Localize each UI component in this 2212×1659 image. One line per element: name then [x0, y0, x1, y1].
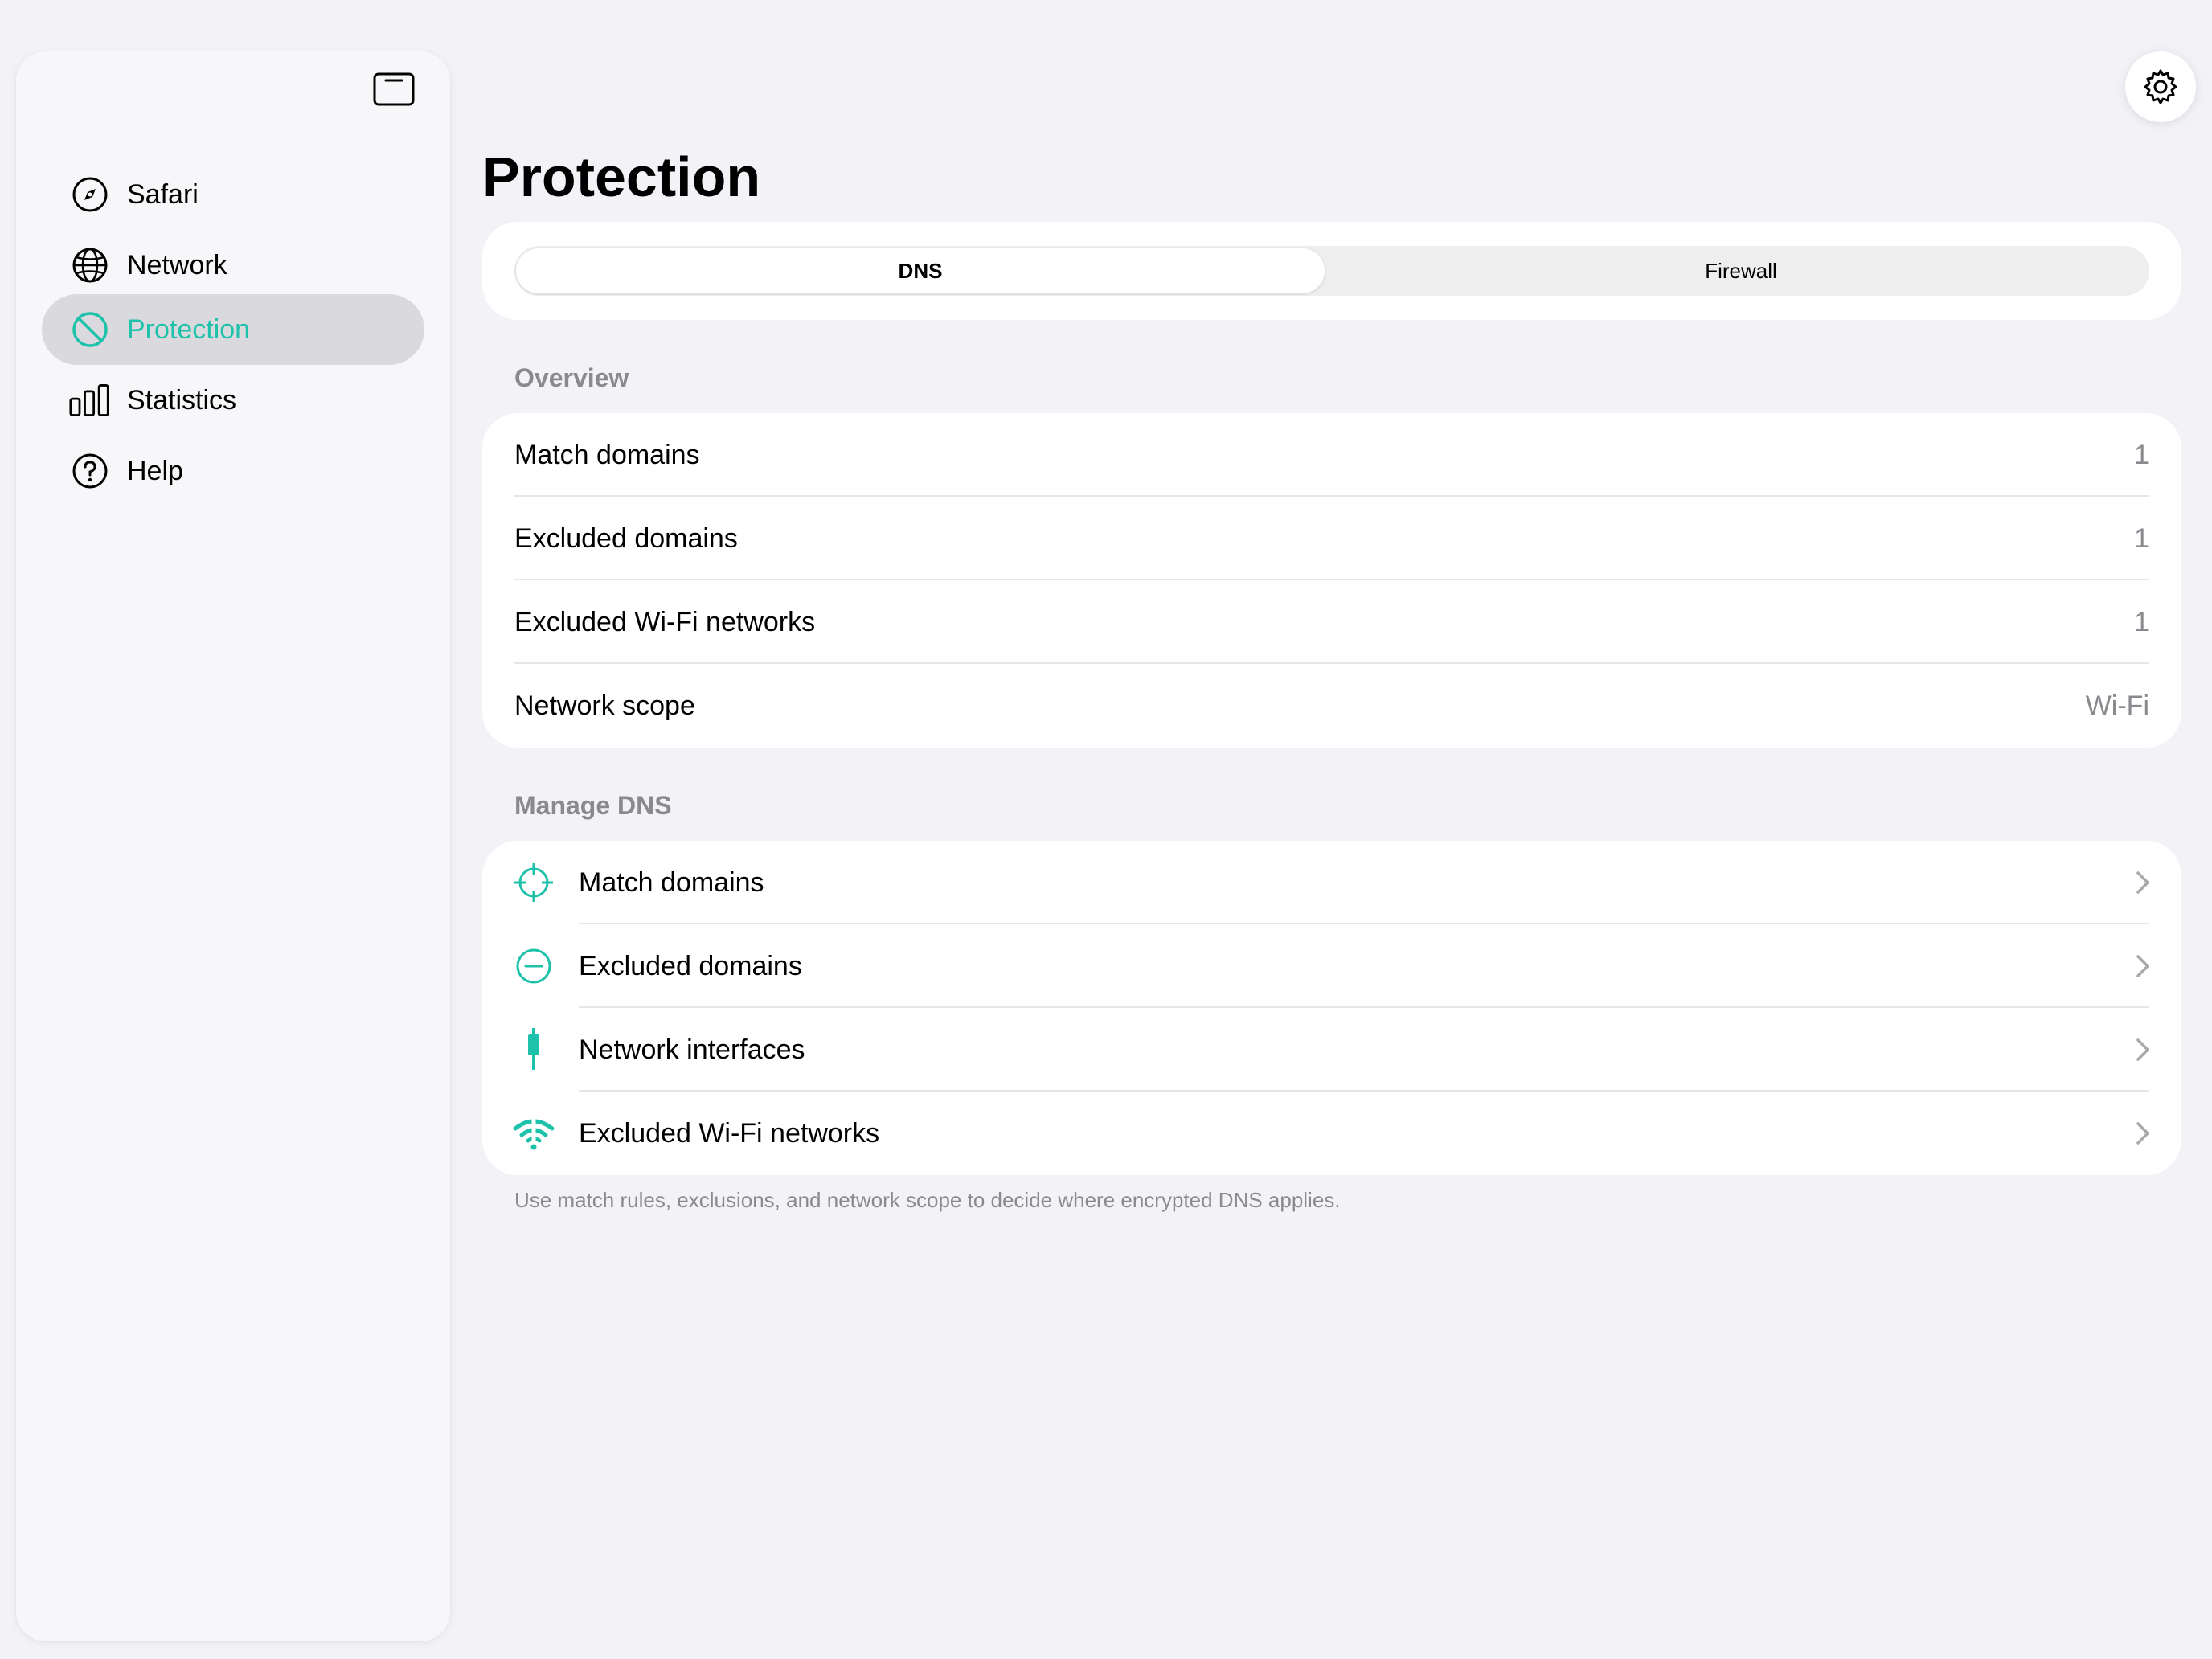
row-value: 1: [2134, 606, 2149, 637]
overview-row-network-scope: Network scope Wi-Fi: [482, 664, 2181, 748]
settings-button[interactable]: [2125, 51, 2196, 122]
prohibited-icon: [69, 309, 111, 350]
gear-icon: [2144, 69, 2177, 104]
compass-icon: [69, 174, 111, 215]
row-value: 1: [2134, 522, 2149, 554]
cable-connector-icon: [511, 1027, 556, 1072]
chevron-right-icon: [2136, 1122, 2149, 1145]
row-value: Wi-Fi: [2085, 690, 2149, 721]
manage-row-network-interfaces[interactable]: Network interfaces: [482, 1008, 2181, 1092]
manage-dns-section-header: Manage DNS: [514, 791, 672, 820]
question-circle-icon: [69, 450, 111, 492]
sidebar-item-label: Protection: [127, 313, 251, 345]
overview-row-excluded-wifi: Excluded Wi-Fi networks 1: [482, 580, 2181, 664]
crosshair-icon: [511, 860, 556, 905]
sidebar-item-label: Help: [127, 455, 183, 486]
chevron-right-icon: [2136, 955, 2149, 977]
chevron-right-icon: [2136, 871, 2149, 894]
overview-card: Match domains 1 Excluded domains 1 Exclu…: [482, 413, 2181, 748]
sidebar-toggle-icon: [373, 72, 415, 106]
sidebar: Safari Network Protection Statistics Hel…: [16, 51, 450, 1641]
segmented-control-card: DNS Firewall: [482, 222, 2181, 320]
row-label: Excluded domains: [579, 951, 802, 981]
row-label: Excluded domains: [514, 522, 738, 554]
sidebar-item-protection[interactable]: Protection: [42, 294, 424, 365]
row-label: Network interfaces: [579, 1034, 805, 1065]
sidebar-toggle-button[interactable]: [371, 69, 416, 109]
row-label: Network scope: [514, 690, 695, 721]
sidebar-item-safari[interactable]: Safari: [42, 159, 424, 230]
sidebar-item-network[interactable]: Network: [42, 230, 424, 301]
tab-dns[interactable]: DNS: [516, 248, 1325, 293]
wifi-slash-icon: [511, 1111, 556, 1156]
sidebar-item-label: Network: [127, 249, 227, 281]
overview-row-excluded-domains: Excluded domains 1: [482, 497, 2181, 580]
overview-row-match-domains: Match domains 1: [482, 413, 2181, 497]
manage-row-match-domains[interactable]: Match domains: [482, 841, 2181, 924]
bar-chart-icon: [69, 379, 111, 421]
sidebar-item-label: Safari: [127, 178, 199, 210]
row-label: Match domains: [579, 867, 764, 898]
overview-section-header: Overview: [514, 363, 629, 392]
row-label: Match domains: [514, 439, 700, 470]
row-label: Excluded Wi-Fi networks: [579, 1118, 880, 1149]
footer-note: Use match rules, exclusions, and network…: [514, 1188, 1341, 1212]
row-label: Excluded Wi-Fi networks: [514, 606, 816, 637]
sidebar-item-help[interactable]: Help: [42, 436, 424, 506]
minus-circle-icon: [511, 944, 556, 989]
chevron-right-icon: [2136, 1038, 2149, 1061]
manage-row-excluded-wifi[interactable]: Excluded Wi-Fi networks: [482, 1092, 2181, 1175]
manage-dns-card: Match domains Excluded domains Network i…: [482, 841, 2181, 1175]
sidebar-item-label: Statistics: [127, 384, 237, 416]
segmented-control: DNS Firewall: [514, 246, 2149, 296]
globe-icon: [69, 244, 111, 286]
manage-row-excluded-domains[interactable]: Excluded domains: [482, 924, 2181, 1008]
page-title: Protection: [482, 145, 761, 208]
tab-firewall[interactable]: Firewall: [1333, 246, 2149, 296]
sidebar-item-statistics[interactable]: Statistics: [42, 365, 424, 436]
row-value: 1: [2134, 439, 2149, 470]
